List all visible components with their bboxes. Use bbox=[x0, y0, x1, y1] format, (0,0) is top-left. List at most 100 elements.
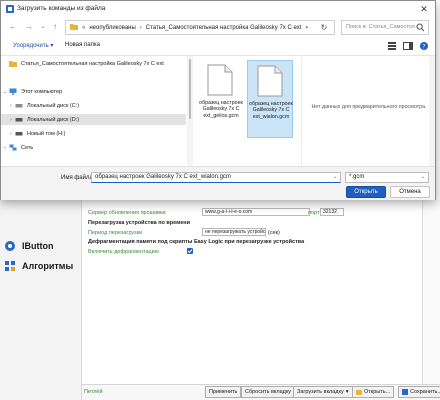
folder-icon bbox=[356, 389, 362, 395]
reset-tab-button[interactable]: Сбросить вкладку ▾ bbox=[241, 386, 300, 398]
load-tab-button[interactable]: Загрузить вкладку ▾ bbox=[293, 386, 353, 398]
app-status-text: Петлёй bbox=[84, 389, 103, 395]
dialog-title: Загрузить команды из файла bbox=[17, 5, 106, 12]
file-type-select[interactable]: *.gcm ⌄ bbox=[345, 172, 429, 183]
save-config-label: Сохранить... bbox=[410, 389, 440, 395]
reboot-period-label: Период перезагрузки bbox=[88, 230, 143, 236]
document-icon bbox=[257, 65, 283, 97]
search-input[interactable]: Поиск в: Статья_Самостоя... bbox=[341, 20, 429, 35]
refresh-icon[interactable]: ↻ bbox=[318, 21, 330, 34]
nav-item-drive-c[interactable]: › Локальный диск (C:) bbox=[1, 100, 186, 111]
chevron-down-icon[interactable]: ⌄ bbox=[37, 21, 49, 33]
expand-arrow-icon[interactable]: ⌄ bbox=[1, 89, 9, 95]
search-placeholder: Поиск в: Статья_Самостоя... bbox=[346, 24, 420, 30]
view-options-icon[interactable] bbox=[387, 41, 397, 51]
server-update-label: Сервер обновления прошивки bbox=[88, 210, 166, 216]
preview-pane: Нет данных для предварительного просмотр… bbox=[301, 56, 435, 166]
nav-item-drive-d[interactable]: › Локальный диск (D:) bbox=[1, 114, 186, 125]
filename-label: Имя файла: bbox=[61, 175, 95, 181]
save-icon bbox=[402, 389, 408, 395]
file-name: образец настроек Galileosky 7x C ext_gel… bbox=[199, 100, 243, 119]
app-right-scrollbar[interactable] bbox=[422, 200, 440, 384]
drive-icon bbox=[15, 102, 23, 109]
file-item-selected[interactable]: образец настроек Galileosky 7x C ext_wia… bbox=[247, 60, 293, 138]
navigation-pane: Статья_Самостоятельная настройка Galileo… bbox=[1, 56, 186, 166]
app-nav-placeholder bbox=[0, 228, 82, 248]
dialog-footer: Имя файла: образец настроек Galileosky 7… bbox=[1, 166, 435, 200]
defrag-enable-checkbox[interactable] bbox=[187, 248, 193, 254]
view-controls: ? bbox=[387, 41, 429, 51]
organize-button[interactable]: Упорядочить ▾ bbox=[13, 42, 53, 49]
nav-item-label: Новый том (H:) bbox=[27, 130, 66, 137]
nav-item-network[interactable]: › Сеть bbox=[1, 142, 186, 153]
port-field[interactable]: 32132 bbox=[320, 208, 344, 216]
filename-dropdown-icon[interactable]: ⌄ bbox=[333, 174, 337, 180]
search-icon bbox=[416, 23, 425, 32]
nav-item-label: Этот компьютер bbox=[21, 88, 63, 95]
help-icon[interactable]: ? bbox=[419, 41, 429, 51]
breadcrumb-segment[interactable]: Статья_Самостоятельная настройка Galileo… bbox=[146, 25, 302, 31]
open-config-button[interactable]: Открыть... bbox=[352, 386, 395, 398]
document-icon bbox=[207, 64, 233, 96]
expand-arrow-icon[interactable]: › bbox=[7, 103, 15, 109]
back-arrow-icon[interactable]: ← bbox=[7, 21, 19, 33]
reboot-section-title: Перезагрузка устройства по времени bbox=[88, 220, 190, 226]
nav-item-drive-h[interactable]: › Новый том (H:) bbox=[1, 128, 186, 139]
svg-text:?: ? bbox=[422, 43, 425, 50]
breadcrumb-segment[interactable]: неопубликованы bbox=[89, 25, 135, 31]
nav-item-article-folder[interactable]: Статья_Самостоятельная настройка Galileo… bbox=[1, 58, 186, 69]
nav-item-label: Локальный диск (C:) bbox=[27, 102, 80, 109]
save-config-button[interactable]: Сохранить... bbox=[398, 386, 440, 398]
chevron-down-icon: ⌄ bbox=[420, 174, 425, 180]
address-bar[interactable]: « неопубликованы › Статья_Самостоятельна… bbox=[65, 20, 335, 35]
dialog-titlebar[interactable]: Загрузить команды из файла ✕ bbox=[1, 1, 435, 17]
open-button[interactable]: Открыть bbox=[346, 186, 386, 198]
new-folder-button[interactable]: Новая папка bbox=[65, 42, 100, 48]
expand-arrow-icon[interactable]: › bbox=[7, 131, 15, 137]
reboot-period-unit: (сек) bbox=[268, 230, 280, 236]
preview-pane-icon[interactable] bbox=[403, 41, 413, 51]
nav-item-label: Локальный диск (D:) bbox=[27, 116, 80, 123]
expand-arrow-icon[interactable]: › bbox=[1, 145, 9, 151]
up-arrow-icon[interactable]: ↑ bbox=[49, 21, 61, 33]
app-nav-label: Алгоритмы bbox=[22, 261, 74, 271]
folder-icon bbox=[70, 23, 78, 32]
expand-arrow-icon[interactable]: › bbox=[7, 117, 15, 123]
drive-icon bbox=[15, 116, 23, 123]
nav-pane-scroll-thumb[interactable] bbox=[189, 59, 191, 119]
breadcrumb-chevron-icon: « bbox=[82, 24, 86, 31]
algorithms-icon bbox=[4, 260, 16, 272]
app-nav-algorithms[interactable]: Алгоритмы bbox=[0, 256, 82, 276]
file-list: образец настроек Galileosky 7x C ext_gel… bbox=[194, 56, 299, 166]
reboot-period-select[interactable]: не перезагружать устройство bbox=[202, 228, 266, 236]
apply-button[interactable]: Применить bbox=[205, 386, 242, 398]
cancel-button[interactable]: Отмена bbox=[390, 186, 430, 198]
app-main-panel: Сервер обновления прошивки www.g-a-l-i-l… bbox=[82, 200, 422, 384]
file-name: образец настроек Galileosky 7x C ext_wia… bbox=[249, 101, 293, 120]
reset-tab-label: Сбросить вкладку bbox=[245, 389, 292, 395]
address-dropdown-icon[interactable]: ⌄ bbox=[302, 21, 312, 34]
load-tab-label: Загрузить вкладку bbox=[297, 389, 344, 395]
file-item[interactable]: образец настроек Galileosky 7x C ext_gel… bbox=[198, 60, 244, 138]
dialog-toolbar: Упорядочить ▾ Новая папка ? bbox=[1, 39, 435, 55]
close-button[interactable]: ✕ bbox=[417, 3, 431, 15]
network-icon bbox=[9, 144, 17, 151]
folder-icon bbox=[9, 60, 17, 67]
nav-item-label: Статья_Самостоятельная настройка Galileo… bbox=[21, 60, 164, 67]
nav-item-label: Сеть bbox=[21, 144, 34, 151]
open-config-label: Открыть... bbox=[364, 389, 391, 395]
breadcrumb-chevron-icon: › bbox=[139, 24, 142, 31]
app-sidebar: IButton Алгоритмы bbox=[0, 200, 82, 400]
file-open-dialog: Загрузить команды из файла ✕ ← → ⌄ ↑ « н… bbox=[0, 0, 436, 200]
server-update-field[interactable]: www.g-a-l-i-l-e-o.com bbox=[202, 208, 310, 216]
file-type-value: *.gcm bbox=[349, 174, 365, 180]
filename-input[interactable]: образец настроек Galileosky 7x C ext_wia… bbox=[91, 172, 341, 183]
nav-item-this-pc[interactable]: ⌄ Этот компьютер bbox=[1, 86, 186, 97]
computer-icon bbox=[9, 88, 17, 95]
preview-scrollbar[interactable] bbox=[429, 56, 435, 166]
app-logo-icon bbox=[6, 5, 14, 13]
forward-arrow-icon[interactable]: → bbox=[23, 21, 35, 33]
navigation-bar: ← → ⌄ ↑ « неопубликованы › Статья_Самост… bbox=[1, 17, 435, 39]
apply-button-label: Применить bbox=[209, 389, 238, 395]
defrag-enable-label: Включить дефрагментацию bbox=[88, 249, 159, 255]
